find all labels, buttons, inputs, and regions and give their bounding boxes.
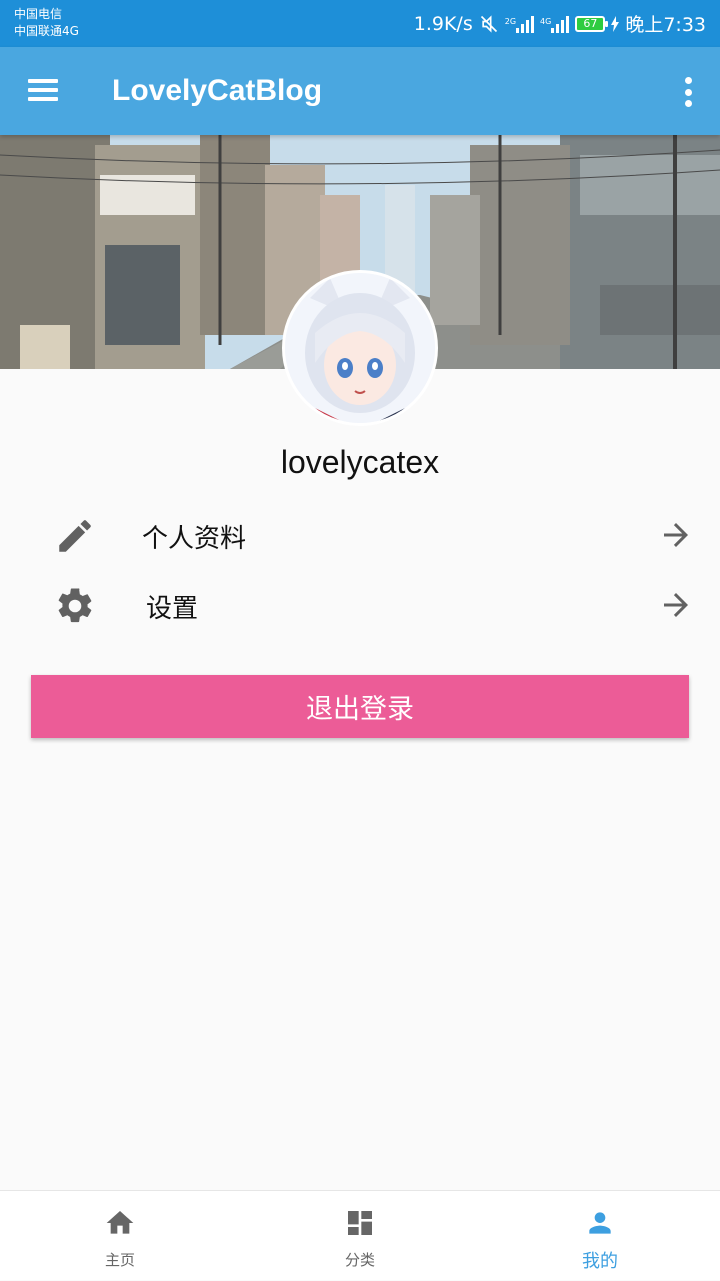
status-indicators: 1.9K/s 2G 4G 67 晚上7:33 (414, 0, 706, 47)
carrier-info: 中国电信 中国联通4G (14, 6, 79, 40)
signal-4g-icon: 4G (540, 15, 570, 33)
edit-pencil-icon (59, 520, 91, 552)
app-title: LovelyCatBlog (112, 74, 323, 107)
nav-item-mine[interactable]: 我的 (480, 1191, 720, 1281)
menu-item-label: 个人资料 (142, 524, 247, 554)
bottom-navigation: 主页 分类 我的 (0, 1190, 720, 1280)
anime-cat-girl-avatar (285, 273, 435, 423)
clock: 晚上7:33 (625, 14, 706, 36)
arrow-right-icon (664, 523, 688, 547)
mute-icon (480, 14, 497, 33)
more-vert-icon[interactable] (682, 77, 694, 107)
arrow-right-icon (664, 593, 688, 617)
status-bar: 中国电信 中国联通4G 1.9K/s 2G 4G 67 晚上7:33 (0, 0, 720, 47)
nav-item-home[interactable]: 主页 (0, 1191, 240, 1281)
network-speed: 1.9K/s (413, 12, 473, 35)
menu-item-label: 设置 (146, 594, 199, 624)
carrier-2: 中国联通4G (14, 24, 79, 38)
username: lovelycatex (280, 444, 440, 480)
logout-button[interactable]: 退出登录 (31, 675, 689, 738)
menu-item-settings[interactable]: 设置 (0, 570, 720, 640)
home-icon (106, 1211, 134, 1234)
settings-gear-icon (58, 588, 92, 623)
nav-item-category[interactable]: 分类 (240, 1191, 480, 1281)
hamburger-menu-icon[interactable] (26, 75, 60, 105)
signal-2g-icon: 2G (505, 15, 535, 33)
app-bar: LovelyCatBlog (0, 47, 720, 135)
battery-icon: 67 (575, 15, 609, 32)
carrier-1: 中国电信 (14, 7, 63, 21)
charging-icon (611, 15, 620, 32)
nav-label: 分类 (344, 1251, 375, 1269)
dashboard-icon (348, 1211, 372, 1235)
nav-label: 主页 (104, 1251, 135, 1269)
person-icon (589, 1212, 611, 1234)
avatar[interactable] (282, 270, 438, 426)
nav-label: 我的 (582, 1251, 618, 1272)
menu-item-profile[interactable]: 个人资料 (0, 500, 720, 570)
